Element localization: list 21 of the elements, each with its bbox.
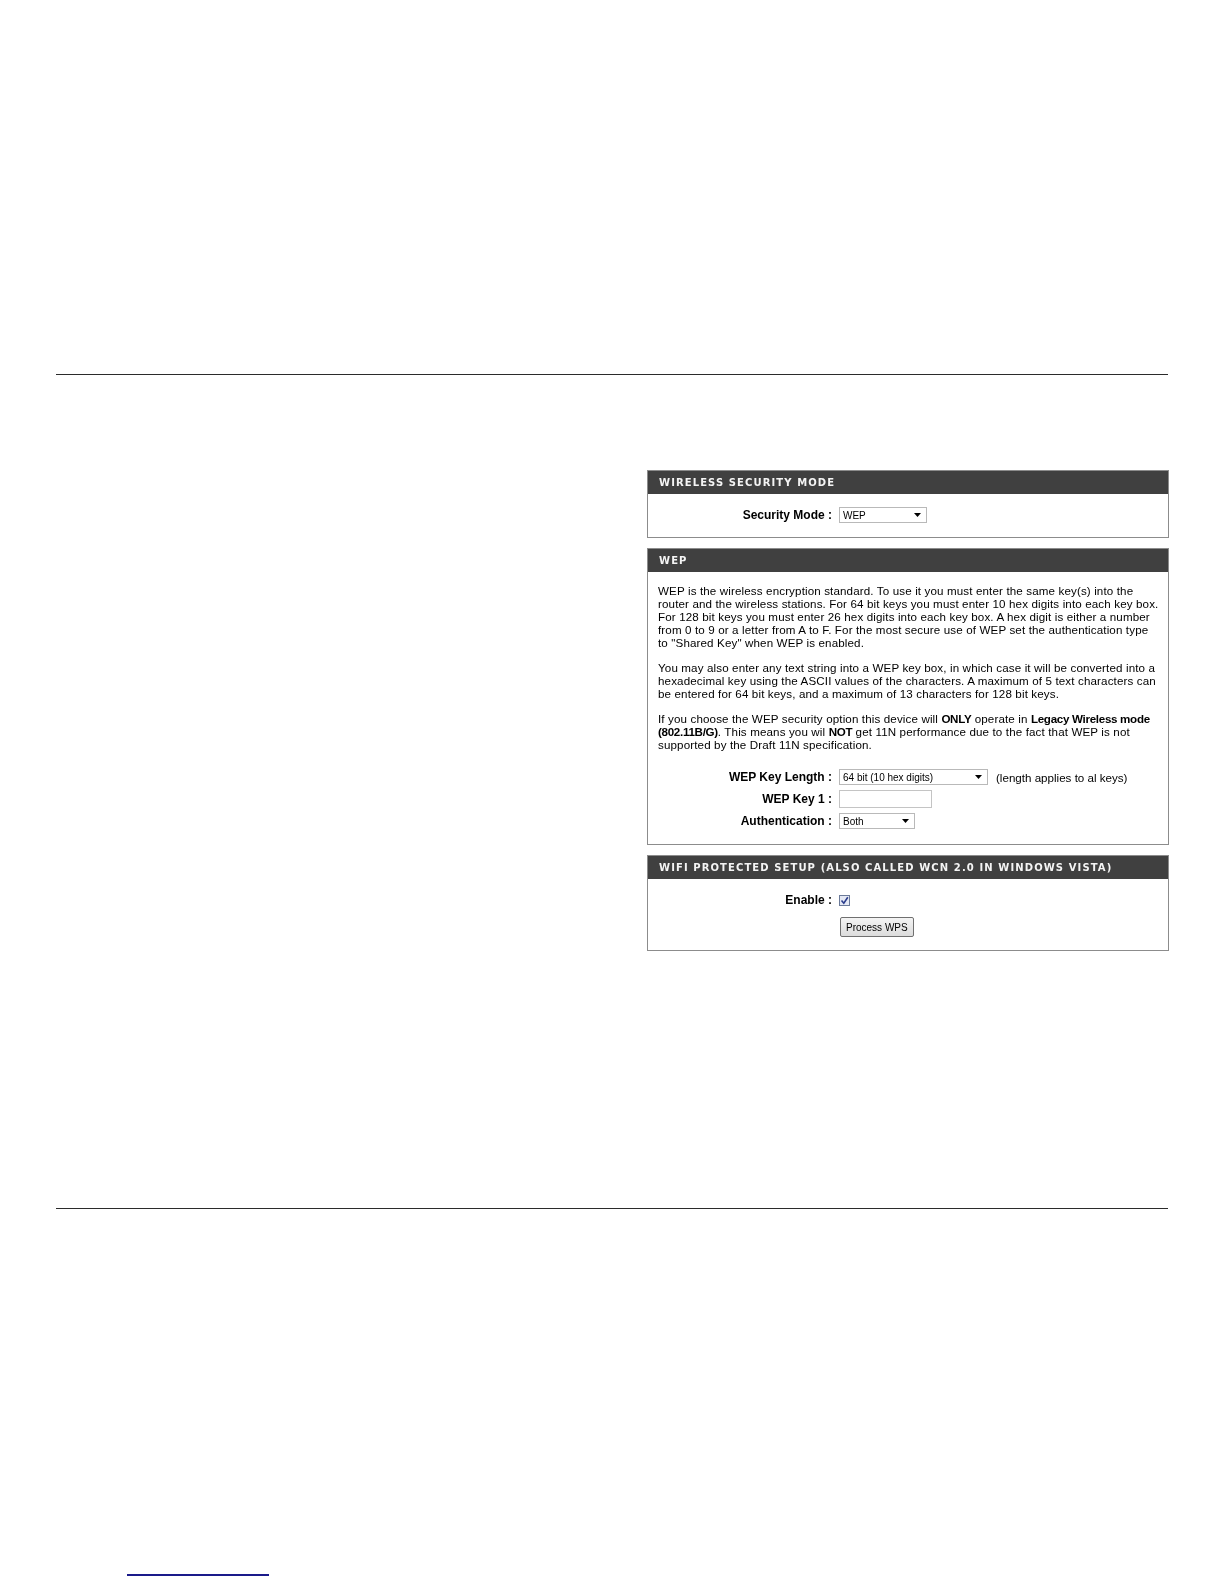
section-header: WIFI PROTECTED SETUP (ALSO CALLED WCN 2.0 IN WINDOWS VISTA) — [648, 856, 1168, 879]
field-label: Authentication : — [740, 814, 832, 828]
field-label: WEP Key Length : — [728, 770, 832, 784]
field-label: Enable : — [785, 893, 832, 907]
dropdown[interactable]: WEP — [839, 507, 927, 523]
text-field[interactable] — [839, 790, 932, 808]
caret-icon — [914, 513, 921, 517]
caret-icon — [975, 775, 982, 779]
section-header: WIRELESS SECURITY MODE — [648, 471, 1168, 494]
section-header: WEP — [648, 549, 1168, 572]
description-text: WEP is the wireless encryption standard. To use it you must enter the same key(s) into the router and the wireless stations. For 64 bit keys you must enter 10 hex digits into each key box. For 128 bit keys you must enter 26 hex digits into each key box. A hex digit is either a number from 0 to 9 or a letter from A to F. For the most secure use of WEP set the authentication type to "Shared Key" when WEP is enabled. — [658, 584, 1160, 649]
description-text: You may also enter any text string into a WEP key box, in which case it will be converted into a hexadecimal key using the ASCII values of the characters. A maximum of 5 text characters can be entered for 64 bit keys, and a maximum of 13 characters for 128 bit keys. — [658, 661, 1157, 700]
field-hint: (length applies to al keys) — [996, 770, 1128, 784]
caret-icon — [902, 819, 909, 823]
dropdown[interactable]: Both — [839, 813, 915, 829]
checkbox[interactable] — [839, 894, 850, 906]
dropdown[interactable]: 64 bit (10 hex digits) — [839, 769, 988, 785]
description-text: If you choose the WEP security option this device will ONLY operate in Legacy Wireless mode (802.11B/G). This means you wil NOT get 11N performance due to the fact that WEP is not supported by the Draft 11N specification. — [658, 712, 1151, 751]
action-button[interactable]: Process WPS — [840, 917, 914, 937]
field-label: WEP Key 1 : — [762, 792, 832, 806]
field-label: Security Mode : — [742, 508, 832, 522]
